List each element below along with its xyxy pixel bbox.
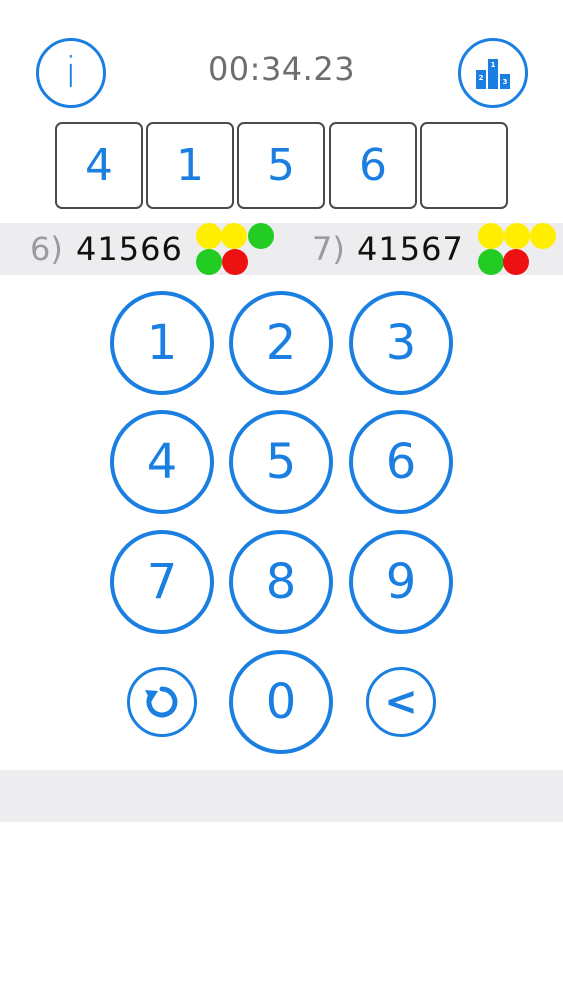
peg-green — [196, 249, 222, 275]
digit-slot-4: 6 — [329, 122, 417, 209]
backspace-button[interactable]: < — [366, 667, 436, 737]
guess-history: 6) 41566 7) 41567 — [0, 223, 563, 275]
peg-yellow — [196, 223, 222, 249]
key-5[interactable]: 5 — [229, 410, 333, 514]
key-3[interactable]: 3 — [349, 291, 453, 395]
leaderboard-button[interactable]: 2 1 3 — [458, 38, 528, 108]
digit-slot-2: 1 — [146, 122, 234, 209]
svg-text:3: 3 — [503, 78, 508, 86]
history-guess: 41567 — [357, 230, 464, 268]
digit-slot-5 — [420, 122, 508, 209]
key-7[interactable]: 7 — [110, 530, 214, 634]
key-9[interactable]: 9 — [349, 530, 453, 634]
info-button[interactable]: i — [36, 38, 106, 108]
peg-yellow — [478, 223, 504, 249]
key-1[interactable]: 1 — [110, 291, 214, 395]
peg-green — [478, 249, 504, 275]
history-index: 7) — [312, 230, 345, 268]
podium-icon: 2 1 3 — [476, 59, 510, 89]
peg-yellow — [504, 223, 530, 249]
peg-green — [248, 223, 274, 249]
key-4[interactable]: 4 — [110, 410, 214, 514]
peg-yellow — [221, 223, 247, 249]
digit-slot-3: 5 — [237, 122, 325, 209]
info-icon: i — [65, 48, 77, 97]
footer-band — [0, 770, 563, 822]
key-8[interactable]: 8 — [229, 530, 333, 634]
svg-text:1: 1 — [491, 61, 496, 69]
peg-yellow — [530, 223, 556, 249]
key-6[interactable]: 6 — [349, 410, 453, 514]
timer: 00:34.23 — [207, 50, 356, 88]
backspace-icon: < — [384, 679, 418, 725]
history-guess: 41566 — [76, 230, 183, 268]
svg-text:2: 2 — [479, 74, 484, 82]
reset-button[interactable] — [127, 667, 197, 737]
key-0[interactable]: 0 — [229, 650, 333, 754]
key-2[interactable]: 2 — [229, 291, 333, 395]
history-index: 6) — [30, 230, 63, 268]
digit-slot-1: 4 — [55, 122, 143, 209]
peg-red — [222, 249, 248, 275]
peg-red — [503, 249, 529, 275]
refresh-icon — [145, 686, 178, 718]
